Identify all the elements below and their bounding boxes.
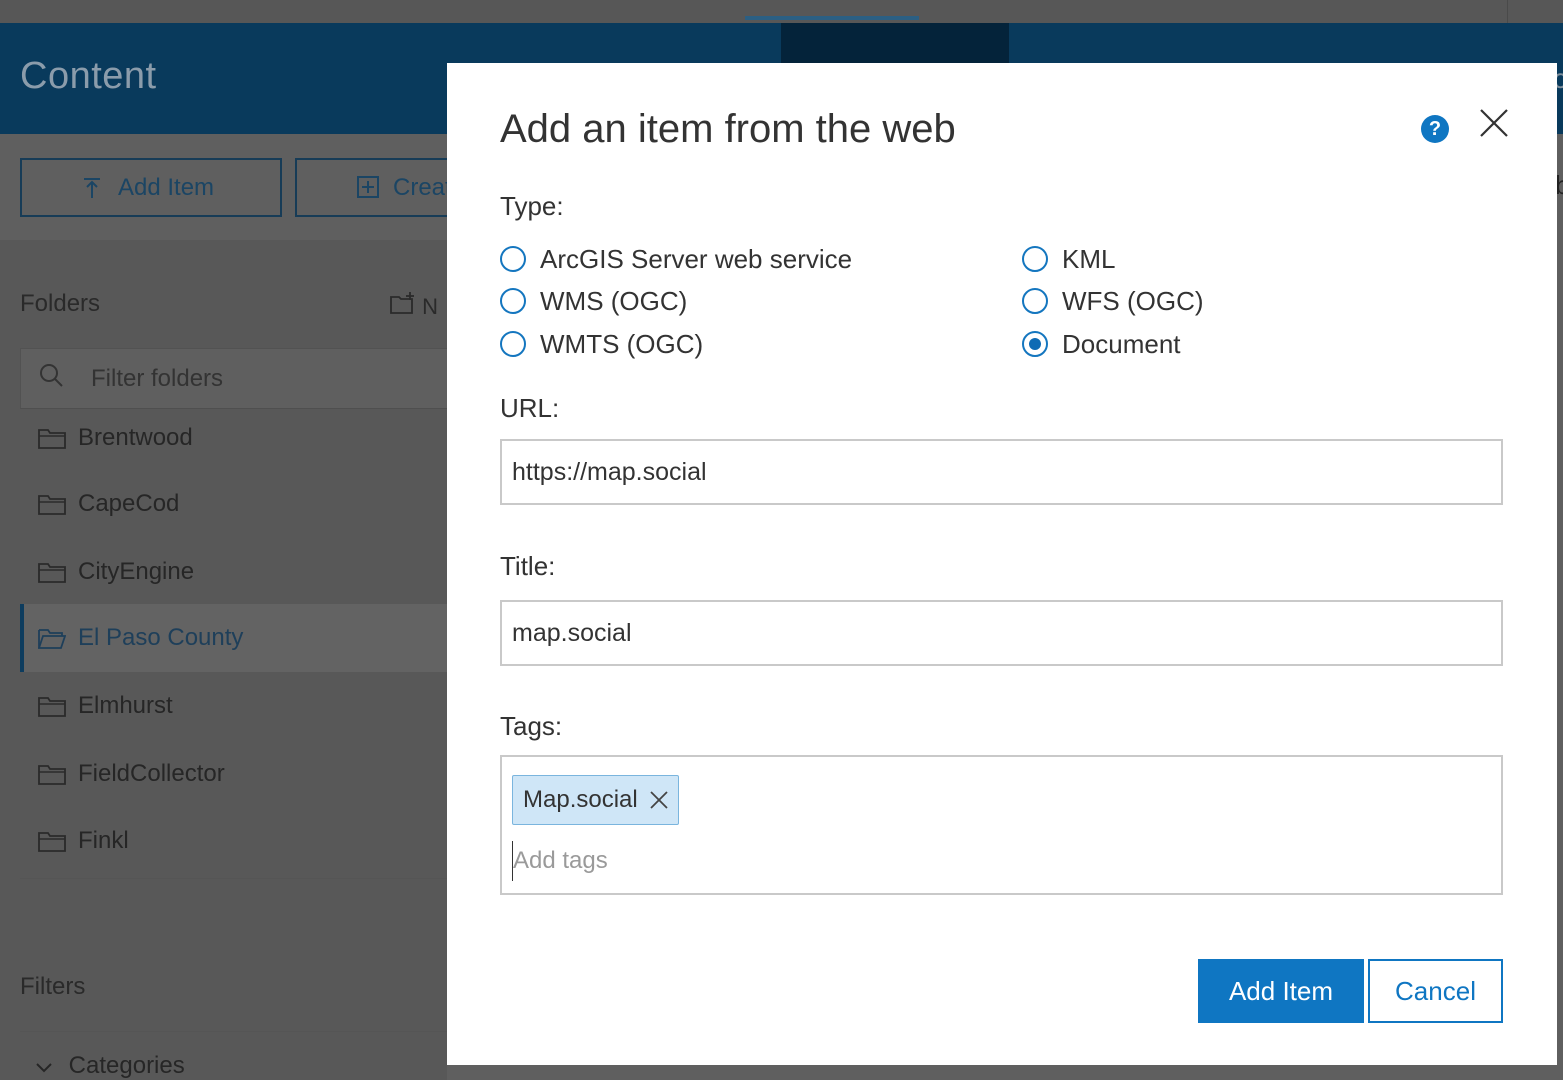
page-title: Content <box>20 55 157 97</box>
folder-item-elmhurst[interactable]: Elmhurst <box>20 675 447 737</box>
folder-item-brentwood[interactable]: Brentwood <box>20 407 447 469</box>
radio-circle-selected <box>1022 331 1048 357</box>
new-folder-icon <box>390 292 414 314</box>
categories-label: Categories <box>68 1052 185 1079</box>
create-button[interactable]: Creat <box>295 158 465 217</box>
folder-item-fieldcollector[interactable]: FieldCollector <box>20 743 447 805</box>
title-field[interactable]: map.social <box>500 600 1503 666</box>
remove-tag-icon[interactable] <box>650 791 668 809</box>
folder-item-el-paso-county[interactable]: El Paso County <box>20 604 447 672</box>
radio-label: KML <box>1062 243 1116 274</box>
folder-label: CityEngine <box>78 558 195 585</box>
dialog-title: Add an item from the web <box>500 107 956 151</box>
folder-label: Elmhurst <box>78 692 173 719</box>
add-item-dialog: Add an item from the web ? Type: ArcGIS … <box>447 63 1557 1065</box>
radio-circle <box>500 331 526 357</box>
folder-label: Finkl <box>78 827 129 854</box>
active-tab-indicator <box>745 16 919 20</box>
folder-item-cityengine[interactable]: CityEngine <box>20 541 447 603</box>
folder-icon <box>38 563 66 583</box>
new-folder-button[interactable]: N <box>390 292 438 320</box>
tags-label: Tags: <box>500 711 563 741</box>
filters-divider <box>20 1031 447 1032</box>
radio-circle <box>1022 288 1048 314</box>
folder-icon <box>38 765 66 785</box>
radio-document[interactable]: Document <box>1022 329 1181 359</box>
create-label: Creat <box>393 173 452 201</box>
folders-divider <box>20 878 447 879</box>
filters-heading: Filters <box>20 973 86 1000</box>
filter-folders-input[interactable]: Filter folders <box>20 348 460 409</box>
radio-circle <box>500 288 526 314</box>
tags-field[interactable]: Map.social <box>500 755 1503 895</box>
folders-heading: Folders <box>20 290 101 317</box>
folder-icon <box>38 832 66 852</box>
radio-circle <box>1022 246 1048 272</box>
close-icon[interactable] <box>1479 108 1509 138</box>
url-label: URL: <box>500 393 560 423</box>
radio-label: WMS (OGC) <box>540 285 688 316</box>
add-item-label: Add Item <box>118 173 215 201</box>
url-value: https://map.social <box>512 457 707 486</box>
add-item-button[interactable]: Add Item <box>20 158 282 217</box>
search-icon <box>40 364 63 387</box>
tag-chip-label: Map.social <box>523 786 638 813</box>
folder-label: Brentwood <box>78 424 193 451</box>
filter-folders-placeholder: Filter folders <box>91 365 224 392</box>
top-navigation-bar <box>0 0 1563 23</box>
open-folder-icon <box>38 629 66 649</box>
folder-label: CapeCod <box>78 490 180 517</box>
add-tags-input[interactable] <box>512 841 1212 881</box>
cancel-button[interactable]: Cancel <box>1368 959 1503 1023</box>
radio-label: WFS (OGC) <box>1062 285 1204 316</box>
nav-separator <box>1507 0 1508 23</box>
folder-icon <box>38 429 66 449</box>
radio-label: Document <box>1062 328 1181 359</box>
title-label: Title: <box>500 551 556 581</box>
folder-label: El Paso County <box>78 624 244 651</box>
radio-circle <box>500 246 526 272</box>
radio-label: WMTS (OGC) <box>540 328 704 359</box>
new-folder-label: N <box>422 294 439 319</box>
radio-arcgis-server-web-service[interactable]: ArcGIS Server web service <box>500 244 852 274</box>
folder-icon <box>38 697 66 717</box>
plus-square-icon <box>357 176 379 204</box>
help-icon[interactable]: ? <box>1421 115 1449 143</box>
add-item-submit-button[interactable]: Add Item <box>1198 959 1364 1023</box>
radio-kml[interactable]: KML <box>1022 244 1115 274</box>
radio-wmts-ogc[interactable]: WMTS (OGC) <box>500 329 703 359</box>
folder-icon <box>38 495 66 515</box>
folder-item-finkl[interactable]: Finkl <box>20 810 447 872</box>
tag-chip: Map.social <box>512 775 679 825</box>
radio-label: ArcGIS Server web service <box>540 243 853 274</box>
radio-wms-ogc[interactable]: WMS (OGC) <box>500 286 687 316</box>
url-field[interactable]: https://map.social <box>500 439 1503 505</box>
upload-icon <box>82 176 102 206</box>
title-value: map.social <box>512 618 632 647</box>
type-label: Type: <box>500 191 564 221</box>
categories-toggle[interactable]: Categories <box>36 1052 185 1080</box>
chevron-down-icon <box>36 1057 52 1078</box>
radio-wfs-ogc[interactable]: WFS (OGC) <box>1022 286 1204 316</box>
folder-item-capecod[interactable]: CapeCod <box>20 473 447 535</box>
folder-label: FieldCollector <box>78 760 225 787</box>
